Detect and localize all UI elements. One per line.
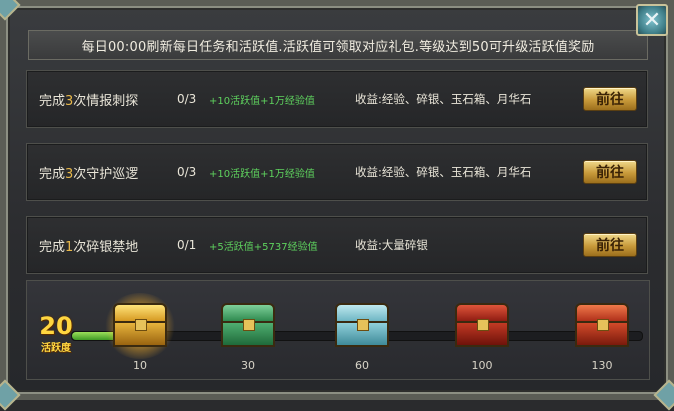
task-row: 完成3次情报刺探 0/3 +10活跃值+1万经验值 收益:经验、碎银、玉石箱、月… <box>26 70 648 128</box>
go-button[interactable]: 前往 <box>583 87 637 111</box>
reward-chest-crimson[interactable] <box>453 303 511 349</box>
close-icon[interactable]: ✕ <box>636 4 668 36</box>
chest-level-label: 10 <box>133 359 147 372</box>
chest-level-label: 30 <box>241 359 255 372</box>
task-progress: 0/3 <box>177 92 197 106</box>
reward-chest-ice[interactable] <box>333 303 391 349</box>
activity-progress-panel: 20 活跃度 10 30 60 100 130 <box>26 280 650 380</box>
task-list: 完成3次情报刺探 0/3 +10活跃值+1万经验值 收益:经验、碎银、玉石箱、月… <box>26 70 648 289</box>
task-income: 收益:大量碎银 <box>355 238 428 252</box>
info-text: 每日00:00刷新每日任务和活跃值.活跃值可领取对应礼包.等级达到50可升级活跃… <box>81 39 595 55</box>
task-name: 完成1次碎银禁地 <box>39 239 139 255</box>
task-reward: +10活跃值+1万经验值 <box>209 168 315 180</box>
reward-chest-crimson-gold[interactable] <box>573 303 631 349</box>
task-income: 收益:经验、碎银、玉石箱、月华石 <box>355 92 532 106</box>
activity-score-label: 活跃度 <box>41 343 71 354</box>
go-button[interactable]: 前往 <box>583 233 637 257</box>
reward-chest-golden[interactable] <box>103 293 177 359</box>
task-progress: 0/1 <box>177 238 197 252</box>
chest-level-label: 60 <box>355 359 369 372</box>
info-banner: 每日00:00刷新每日任务和活跃值.活跃值可领取对应礼包.等级达到50可升级活跃… <box>28 30 648 60</box>
task-progress: 0/3 <box>177 165 197 179</box>
task-row: 完成1次碎银禁地 0/1 +5活跃值+5737经验值 收益:大量碎银 前往 <box>26 216 648 274</box>
task-income: 收益:经验、碎银、玉石箱、月华石 <box>355 165 532 179</box>
activity-score: 20 <box>39 312 73 340</box>
chest-level-label: 130 <box>591 359 613 372</box>
go-button[interactable]: 前往 <box>583 160 637 184</box>
activity-score-badge: 20 活跃度 <box>31 313 81 361</box>
task-name: 完成3次守护巡逻 <box>39 166 139 182</box>
chest-level-label: 100 <box>471 359 493 372</box>
task-reward: +10活跃值+1万经验值 <box>209 95 315 107</box>
reward-chest-jade[interactable] <box>219 303 277 349</box>
task-row: 完成3次守护巡逻 0/3 +10活跃值+1万经验值 收益:经验、碎银、玉石箱、月… <box>26 143 648 201</box>
task-reward: +5活跃值+5737经验值 <box>209 241 318 253</box>
task-name: 完成3次情报刺探 <box>39 93 139 109</box>
